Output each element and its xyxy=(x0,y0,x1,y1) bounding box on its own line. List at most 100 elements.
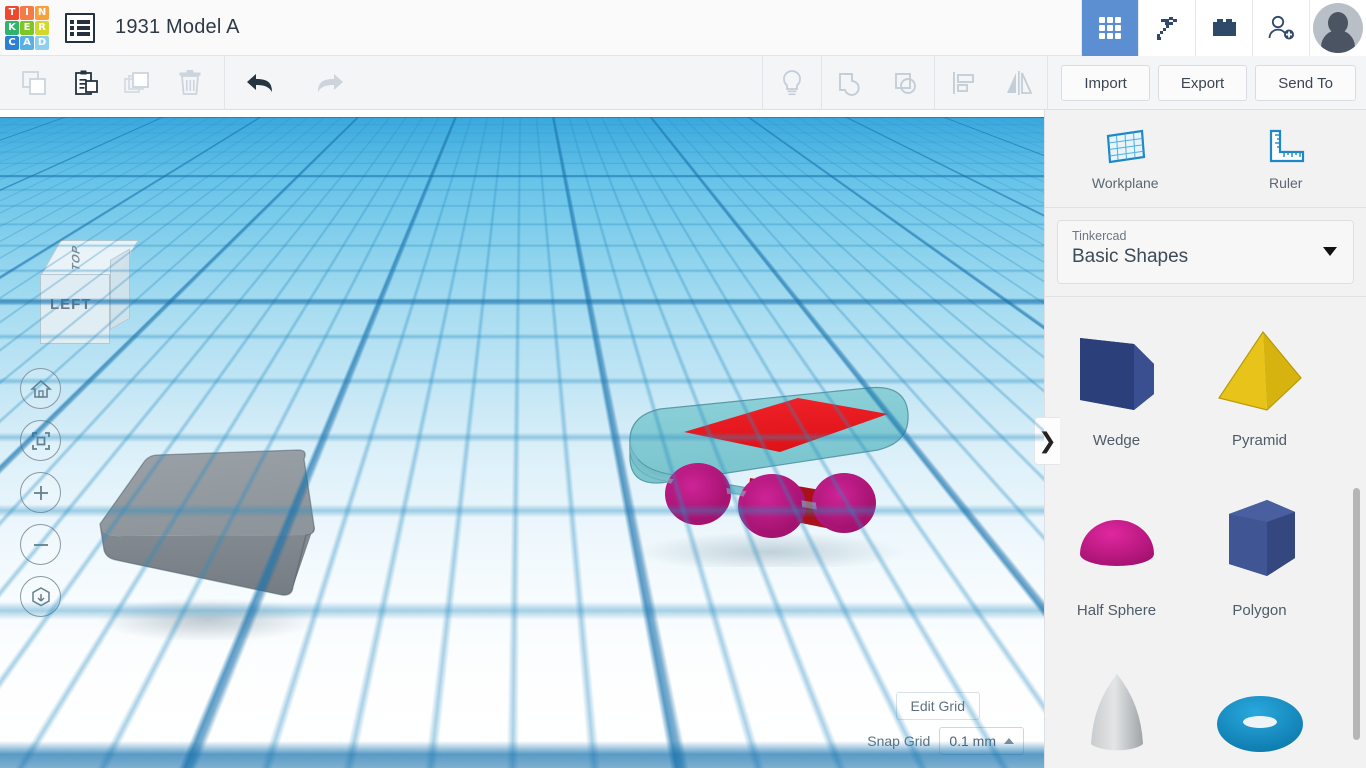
pickaxe-icon-glyph xyxy=(1152,13,1182,43)
shape-library-dropdown[interactable]: Tinkercad Basic Shapes xyxy=(1057,220,1354,284)
view-cube-right-face[interactable] xyxy=(110,248,130,330)
avatar-body xyxy=(1321,30,1355,53)
logo-cell-c: C xyxy=(5,36,19,50)
shape-row xyxy=(1045,648,1366,768)
logo-cell-i: I xyxy=(20,6,34,20)
duplicate-button[interactable] xyxy=(112,56,164,110)
collapse-panel-button[interactable]: ❯ xyxy=(1034,417,1060,465)
edit-tool-group xyxy=(8,56,216,110)
list-icon-dot xyxy=(70,32,74,36)
half-sphere-icon xyxy=(1062,492,1172,592)
paraboloid-icon xyxy=(1062,662,1172,762)
grid-icon-glyph xyxy=(1096,14,1124,42)
teal-rounded-box-assembly[interactable] xyxy=(620,382,920,567)
avatar[interactable] xyxy=(1313,3,1363,53)
ruler-tool[interactable]: Ruler xyxy=(1206,110,1366,207)
redo-icon xyxy=(311,70,347,96)
gray-rounded-box[interactable] xyxy=(82,440,320,640)
paste-button[interactable] xyxy=(60,56,112,110)
list-icon-line xyxy=(77,20,90,24)
shapes-scrollbar[interactable] xyxy=(1353,488,1360,740)
align-button[interactable] xyxy=(935,56,991,110)
shape-polygon[interactable]: Polygon xyxy=(1188,478,1331,648)
hint-button[interactable] xyxy=(763,56,821,110)
shape-pyramid-label: Pyramid xyxy=(1232,432,1287,449)
mirror-button[interactable] xyxy=(991,56,1047,110)
pyramid-icon xyxy=(1205,322,1315,422)
3d-viewport[interactable]: TOP LEFT xyxy=(0,110,1044,768)
delete-button[interactable] xyxy=(164,56,216,110)
add-person-icon[interactable] xyxy=(1252,0,1309,56)
caret-up-icon xyxy=(1004,738,1014,744)
paste-icon xyxy=(71,68,101,98)
shape-row: Wedge Pyramid xyxy=(1045,308,1366,478)
undo-button[interactable] xyxy=(235,56,287,110)
polygon-icon xyxy=(1205,492,1315,592)
list-icon-dot xyxy=(70,26,74,30)
snap-grid-label: Snap Grid xyxy=(867,733,930,749)
pickaxe-icon[interactable] xyxy=(1138,0,1195,56)
brick-icon[interactable] xyxy=(1195,0,1252,56)
ungroup-icon xyxy=(891,68,921,98)
shape-grid: Wedge Pyramid xyxy=(1045,308,1366,768)
shape-row: Half Sphere Polygon xyxy=(1045,478,1366,648)
project-list-icon[interactable] xyxy=(63,11,97,45)
shape-paraboloid[interactable] xyxy=(1045,648,1188,768)
shape-half-sphere[interactable]: Half Sphere xyxy=(1045,478,1188,648)
zoom-out-button[interactable] xyxy=(20,524,61,565)
shape-pyramid[interactable]: Pyramid xyxy=(1188,308,1331,478)
toolbar-divider xyxy=(224,56,225,110)
home-view-button[interactable] xyxy=(20,368,61,409)
add-person-icon-glyph xyxy=(1266,14,1296,42)
cube-perspective-icon xyxy=(30,586,52,608)
torus-art xyxy=(1205,662,1315,768)
page-title[interactable]: 1931 Model A xyxy=(115,16,240,39)
tinkercad-app: T I N K E R C A D 1931 Model A xyxy=(0,0,1366,768)
history-tool-group xyxy=(235,56,355,110)
shape-half-sphere-label: Half Sphere xyxy=(1077,602,1156,619)
logo-cell-e: E xyxy=(20,21,34,35)
group-button[interactable] xyxy=(822,56,878,110)
ungroup-button[interactable] xyxy=(878,56,934,110)
list-icon-line xyxy=(77,32,90,36)
polygon-art xyxy=(1205,492,1315,598)
view-cube-top-label: TOP xyxy=(71,243,83,273)
send-to-button[interactable]: Send To xyxy=(1255,65,1356,101)
avatar-wrapper[interactable] xyxy=(1309,0,1366,56)
snap-grid-select[interactable]: 0.1 mm xyxy=(939,727,1024,755)
shape-library-owner: Tinkercad xyxy=(1072,229,1339,243)
toolbar-divider xyxy=(1047,56,1048,110)
plus-icon xyxy=(30,482,52,504)
projection-toggle-button[interactable] xyxy=(20,576,61,617)
duplicate-icon xyxy=(122,68,154,98)
workplane-tool-label: Workplane xyxy=(1092,175,1159,191)
snap-grid-value: 0.1 mm xyxy=(949,733,996,749)
view-cube[interactable]: TOP LEFT xyxy=(32,240,132,348)
redo-button[interactable] xyxy=(303,56,355,110)
edit-grid-button[interactable]: Edit Grid xyxy=(896,692,980,720)
view-nav-controls xyxy=(20,368,61,617)
import-button[interactable]: Import xyxy=(1061,65,1150,101)
logo-cell-n: N xyxy=(35,6,49,20)
edit-toolbar: Import Export Send To xyxy=(0,56,1366,110)
export-button[interactable]: Export xyxy=(1158,65,1247,101)
workplane-tool[interactable]: Workplane xyxy=(1045,110,1206,207)
shape-polygon-label: Polygon xyxy=(1232,602,1286,619)
file-actions: Import Export Send To xyxy=(1061,56,1356,110)
copy-button[interactable] xyxy=(8,56,60,110)
fit-view-button[interactable] xyxy=(20,420,61,461)
pyramid-art xyxy=(1205,322,1315,428)
panel-divider xyxy=(1045,296,1366,297)
chevron-down-icon xyxy=(1323,247,1337,256)
tinkercad-logo[interactable]: T I N K E R C A D xyxy=(5,6,49,50)
workplane-icon xyxy=(1102,127,1148,167)
fit-view-icon xyxy=(30,430,52,452)
logo-cell-a: A xyxy=(20,36,34,50)
shape-wedge[interactable]: Wedge xyxy=(1045,308,1188,478)
brick-icon-glyph xyxy=(1209,16,1239,40)
list-icon-line xyxy=(77,26,90,30)
zoom-in-button[interactable] xyxy=(20,472,61,513)
grid-icon[interactable] xyxy=(1081,0,1138,56)
shape-torus[interactable] xyxy=(1188,648,1331,768)
half-sphere-art xyxy=(1062,492,1172,598)
